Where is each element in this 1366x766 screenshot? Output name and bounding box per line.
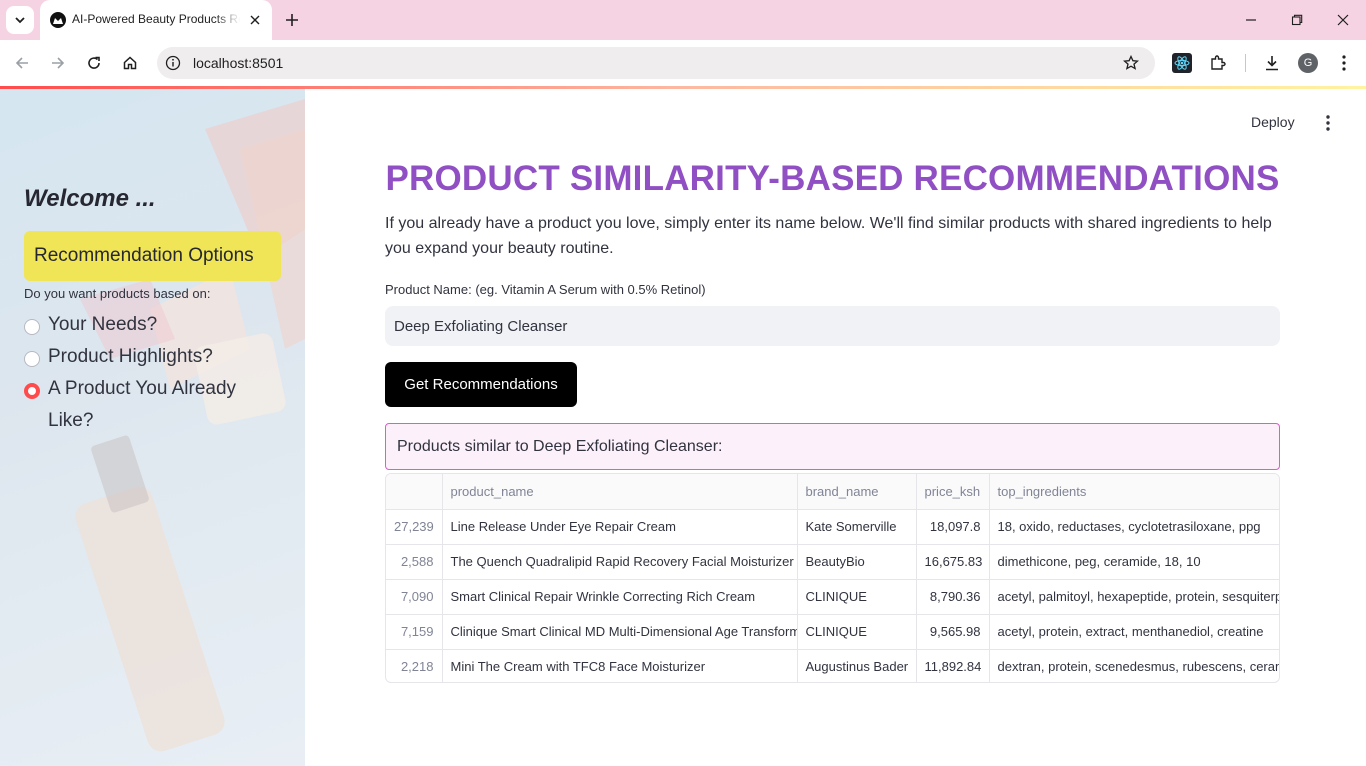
forward-arrow-icon[interactable]	[46, 51, 70, 75]
ingredients-cell[interactable]: acetyl, palmitoyl, hexapeptide, protein,…	[989, 579, 1279, 615]
react-devtools-extension-icon[interactable]	[1171, 52, 1193, 74]
price-column-header[interactable]: price_ksh	[916, 474, 990, 510]
address-bar[interactable]: localhost:8501	[157, 47, 1155, 79]
recommendation-question: Do you want products based on:	[24, 286, 211, 301]
ingredients-cell[interactable]: 18, oxido, reductases, cyclotetrasiloxan…	[989, 509, 1279, 545]
results-info-message: Products similar to Deep Exfoliating Cle…	[385, 423, 1280, 470]
close-tab-icon[interactable]	[246, 11, 264, 29]
product-name-cell[interactable]: Smart Clinical Repair Wrinkle Correcting…	[442, 579, 798, 615]
home-icon[interactable]	[118, 51, 142, 75]
ingredients-cell[interactable]: acetyl, protein, extract, menthanediol, …	[989, 614, 1279, 650]
row-index: 27,239	[386, 509, 443, 545]
table-row[interactable]: 27,239 Line Release Under Eye Repair Cre…	[386, 509, 1279, 545]
product-name-label: Product Name: (eg. Vitamin A Serum with …	[385, 282, 706, 297]
table-row[interactable]: 7,090 Smart Clinical Repair Wrinkle Corr…	[386, 579, 1279, 615]
radio-label[interactable]: Your Needs?	[48, 309, 248, 341]
intro-text: If you already have a product you love, …	[385, 215, 1272, 257]
back-arrow-icon[interactable]	[10, 51, 34, 75]
price-cell[interactable]: 11,892.84	[916, 649, 990, 682]
radio-label[interactable]: A Product You Already Like?	[48, 373, 238, 437]
row-index: 2,218	[386, 649, 443, 682]
get-recommendations-button[interactable]: Get Recommendations	[385, 362, 577, 407]
table-header-row: product_name brand_name price_ksh top_in…	[386, 474, 1279, 510]
recommendations-table[interactable]: product_name brand_name price_ksh top_in…	[385, 473, 1280, 683]
price-cell[interactable]: 18,097.8	[916, 509, 990, 545]
row-index: 7,090	[386, 579, 443, 615]
brand-name-cell[interactable]: CLINIQUE	[797, 614, 917, 650]
new-tab-plus-icon[interactable]	[282, 10, 302, 30]
radio-option-highlights[interactable]: Product Highlights?	[24, 346, 248, 373]
brand-name-column-header[interactable]: brand_name	[797, 474, 917, 510]
download-icon[interactable]	[1261, 52, 1283, 74]
restore-icon[interactable]	[1285, 8, 1309, 32]
table-row[interactable]: 7,159 Clinique Smart Clinical MD Multi-D…	[386, 614, 1279, 650]
recommendation-options-header: Recommendation Options	[24, 231, 281, 281]
brand-name-cell[interactable]: Kate Somerville	[797, 509, 917, 545]
table-row[interactable]: 2,588 The Quench Quadralipid Rapid Recov…	[386, 544, 1279, 580]
radio-unchecked-icon[interactable]	[24, 319, 40, 335]
ingredients-column-header[interactable]: top_ingredients	[989, 474, 1279, 510]
browser-tabstrip: AI-Powered Beauty Products Recommender	[0, 0, 1366, 40]
profile-avatar[interactable]: G	[1298, 53, 1318, 73]
app-menu-kebab-icon[interactable]	[1319, 113, 1337, 133]
main-content: Deploy PRODUCT SIMILARITY-BASED RECOMMEN…	[305, 89, 1366, 766]
radio-label[interactable]: Product Highlights?	[48, 341, 248, 373]
brand-name-cell[interactable]: BeautyBio	[797, 544, 917, 580]
table-row[interactable]: 2,218 Mini The Cream with TFC8 Face Mois…	[386, 649, 1279, 682]
price-cell[interactable]: 9,565.98	[916, 614, 990, 650]
price-cell[interactable]: 8,790.36	[916, 579, 990, 615]
brand-name-cell[interactable]: Augustinus Bader	[797, 649, 917, 682]
url-text: localhost:8501	[193, 55, 284, 71]
streamlit-favicon-icon	[50, 12, 66, 28]
reload-icon[interactable]	[82, 51, 106, 75]
row-index: 2,588	[386, 544, 443, 580]
tab-title: AI-Powered Beauty Products Recommender	[72, 12, 240, 26]
minimize-icon[interactable]	[1239, 8, 1263, 32]
tab-search-button[interactable]	[6, 6, 34, 34]
browser-menu-icon[interactable]	[1333, 52, 1355, 74]
radio-checked-icon[interactable]	[24, 383, 40, 399]
product-name-cell[interactable]: The Quench Quadralipid Rapid Recovery Fa…	[442, 544, 798, 580]
site-info-icon[interactable]	[165, 55, 181, 71]
ingredients-cell[interactable]: dimethicone, peg, ceramide, 18, 10	[989, 544, 1279, 580]
welcome-heading: Welcome ...	[24, 185, 156, 212]
product-name-cell[interactable]: Clinique Smart Clinical MD Multi-Dimensi…	[442, 614, 798, 650]
product-name-input[interactable]	[385, 306, 1280, 346]
ingredients-cell[interactable]: dextran, protein, scenedesmus, rubescens…	[989, 649, 1279, 682]
browser-tab-active[interactable]: AI-Powered Beauty Products Recommender	[40, 0, 272, 40]
product-name-column-header[interactable]: product_name	[442, 474, 798, 510]
price-cell[interactable]: 16,675.83	[916, 544, 990, 580]
page-title: PRODUCT SIMILARITY-BASED RECOMMENDATIONS	[385, 159, 1280, 198]
bookmark-star-icon[interactable]	[1121, 53, 1141, 73]
product-name-cell[interactable]: Mini The Cream with TFC8 Face Moisturize…	[442, 649, 798, 682]
browser-toolbar: localhost:8501 G	[0, 40, 1366, 86]
product-name-cell[interactable]: Line Release Under Eye Repair Cream	[442, 509, 798, 545]
sidebar: Welcome ... Recommendation Options Do yo…	[0, 89, 305, 766]
radio-option-product-like[interactable]: A Product You Already Like?	[24, 378, 238, 437]
extensions-puzzle-icon[interactable]	[1207, 52, 1229, 74]
row-index: 7,159	[386, 614, 443, 650]
brand-name-cell[interactable]: CLINIQUE	[797, 579, 917, 615]
deploy-button[interactable]: Deploy	[1251, 114, 1295, 130]
chevron-down-icon	[15, 17, 25, 24]
radio-unchecked-icon[interactable]	[24, 351, 40, 367]
index-column-header[interactable]	[386, 474, 443, 510]
radio-option-needs[interactable]: Your Needs?	[24, 314, 248, 341]
close-window-icon[interactable]	[1331, 8, 1355, 32]
toolbar-separator	[1245, 54, 1246, 72]
